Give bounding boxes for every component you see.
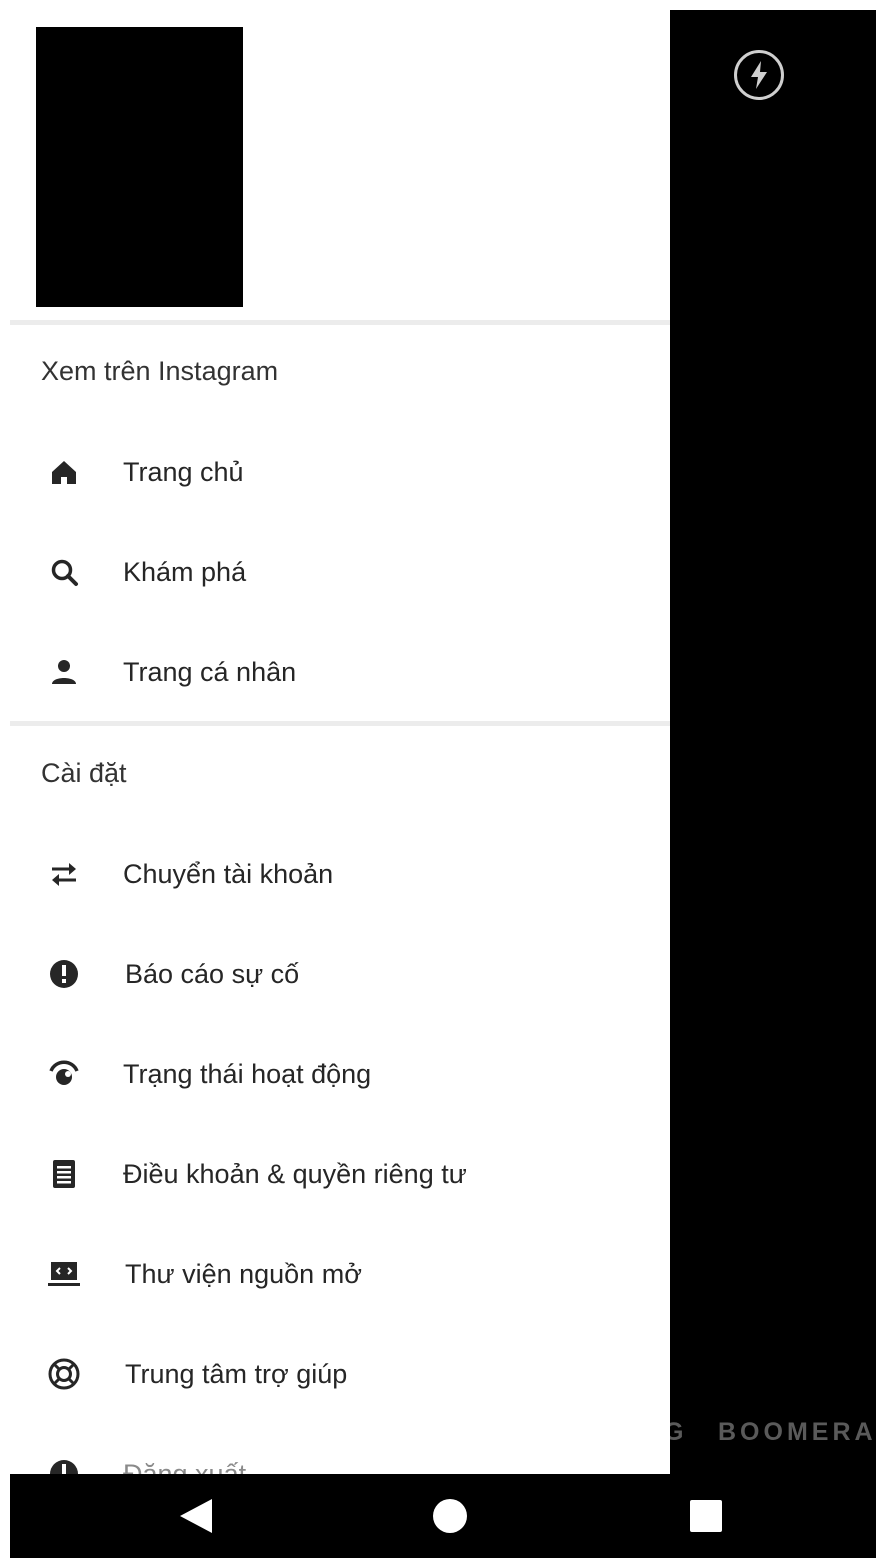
system-nav-bar: [10, 1474, 876, 1558]
flash-icon: [751, 61, 767, 89]
mode-label-boomerang[interactable]: BOOMERANG: [718, 1418, 876, 1447]
activity-status-icon: [46, 1056, 82, 1092]
back-triangle-icon: [180, 1499, 212, 1533]
profile-header-image[interactable]: [36, 27, 243, 307]
menu-item-label: Khám phá: [123, 556, 247, 587]
nav-back-button[interactable]: [176, 1496, 216, 1536]
side-drawer: Xem trên Instagram Trang chủ Khám phá Tr…: [10, 10, 670, 1474]
menu-item-switch-account[interactable]: Chuyển tài khoản: [10, 834, 670, 914]
power-icon: [46, 1456, 82, 1474]
menu-item-open-source[interactable]: Thư viện nguồn mở: [10, 1234, 670, 1314]
laptop-code-icon: [46, 1256, 82, 1292]
menu-item-profile[interactable]: Trang cá nhân: [10, 632, 670, 712]
section-title-settings: Cài đặt: [41, 758, 127, 788]
home-icon: [46, 454, 82, 490]
menu-item-label: Trang cá nhân: [123, 656, 297, 687]
menu-item-logout[interactable]: Đăng xuất: [10, 1434, 670, 1474]
menu-item-label: Thư viện nguồn mở: [125, 1258, 362, 1289]
divider: [10, 721, 670, 726]
alert-icon: [46, 956, 82, 992]
camera-preview: [670, 10, 876, 1474]
home-circle-icon: [433, 1499, 467, 1533]
menu-item-label: Trạng thái hoạt động: [123, 1058, 372, 1089]
menu-item-home[interactable]: Trang chủ: [10, 432, 670, 512]
menu-item-label: Đăng xuất: [123, 1458, 247, 1475]
section-title-view: Xem trên Instagram: [41, 356, 279, 386]
document-icon: [46, 1156, 82, 1192]
menu-item-label: Điều khoản & quyền riêng tư: [123, 1158, 467, 1189]
menu-item-activity-status[interactable]: Trạng thái hoạt động: [10, 1034, 670, 1114]
flash-button[interactable]: [734, 50, 784, 100]
nav-recent-button[interactable]: [686, 1496, 726, 1536]
search-icon: [46, 554, 82, 590]
menu-item-label: Trang chủ: [123, 456, 244, 487]
menu-item-label: Trung tâm trợ giúp: [125, 1358, 348, 1389]
menu-item-report-problem[interactable]: Báo cáo sự cố: [10, 934, 670, 1014]
menu-item-explore[interactable]: Khám phá: [10, 532, 670, 612]
nav-home-button[interactable]: [430, 1496, 470, 1536]
menu-item-terms-privacy[interactable]: Điều khoản & quyền riêng tư: [10, 1134, 670, 1214]
lifebuoy-icon: [46, 1356, 82, 1392]
menu-item-label: Báo cáo sự cố: [125, 958, 300, 989]
person-icon: [46, 654, 82, 690]
menu-item-help-center[interactable]: Trung tâm trợ giúp: [10, 1334, 670, 1414]
recent-square-icon: [690, 1500, 722, 1532]
swap-icon: [46, 856, 82, 892]
menu-item-label: Chuyển tài khoản: [123, 858, 334, 889]
divider: [10, 320, 670, 325]
